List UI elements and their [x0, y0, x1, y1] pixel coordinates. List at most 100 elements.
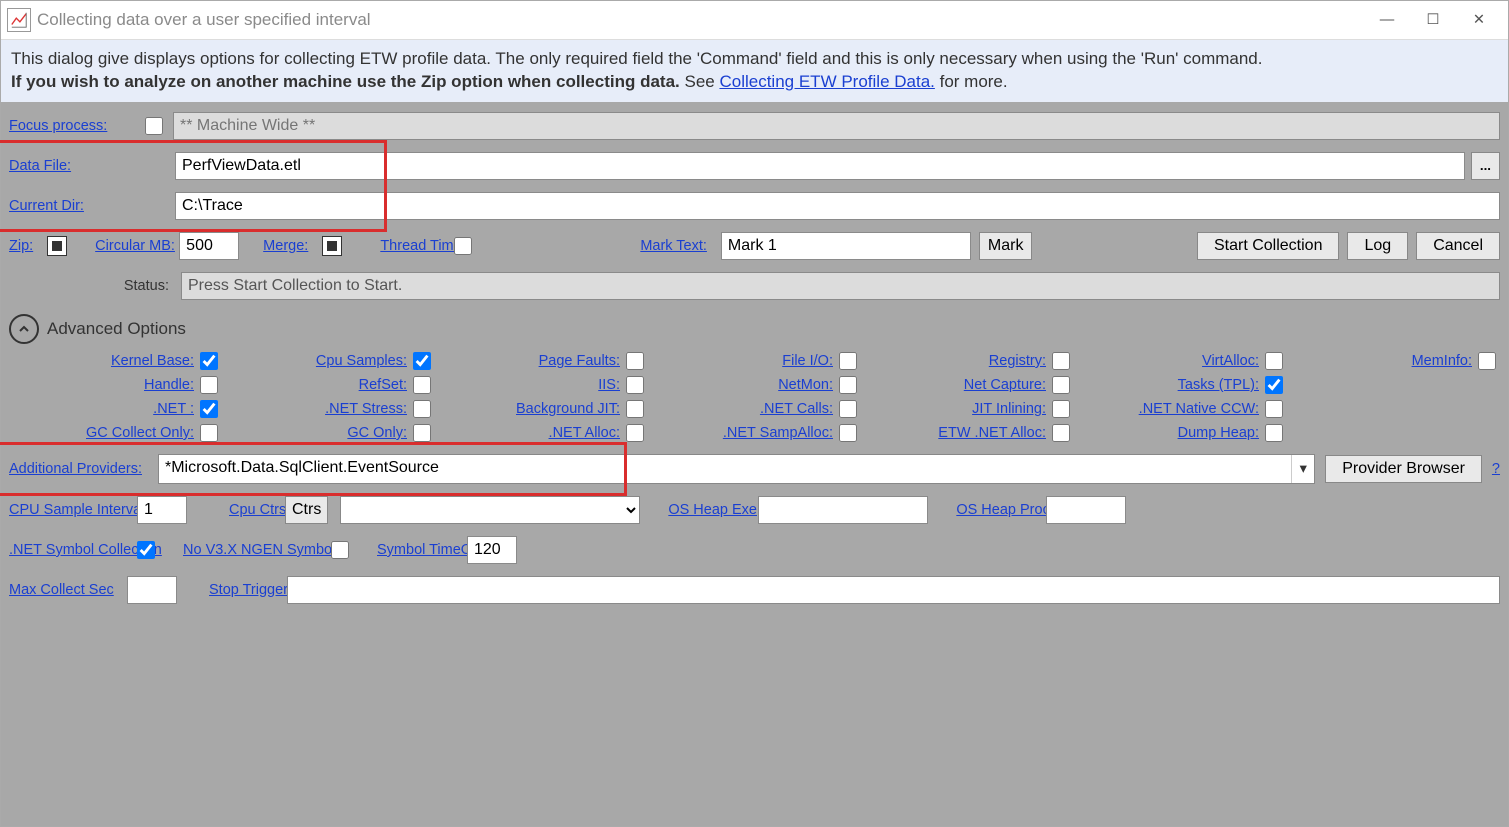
max-collect-sec-label[interactable]: Max Collect Sec — [9, 582, 109, 598]
option-checkbox[interactable] — [1052, 352, 1070, 370]
option-checkbox[interactable] — [413, 400, 431, 418]
cancel-button[interactable]: Cancel — [1416, 232, 1500, 260]
symbol-timeout-label[interactable]: Symbol TimeOut — [377, 542, 449, 558]
os-heap-exe-input[interactable] — [758, 496, 928, 524]
option-label[interactable]: GC Collect Only: — [86, 425, 194, 441]
option-label[interactable]: Handle: — [144, 377, 194, 393]
option-label[interactable]: Net Capture: — [964, 377, 1046, 393]
minimize-button[interactable]: — — [1364, 5, 1410, 35]
option-checkbox[interactable] — [1265, 400, 1283, 418]
option-checkbox[interactable] — [839, 352, 857, 370]
option-checkbox[interactable] — [839, 376, 857, 394]
no-v3x-ngen-checkbox[interactable] — [331, 541, 349, 559]
data-file-label[interactable]: Data File: — [9, 158, 169, 174]
option-label[interactable]: Tasks (TPL): — [1178, 377, 1259, 393]
option-checkbox[interactable] — [1052, 424, 1070, 442]
data-file-input[interactable] — [175, 152, 1465, 180]
os-heap-process-label[interactable]: OS Heap Process — [956, 502, 1028, 518]
option-label[interactable]: .NET Stress: — [325, 401, 407, 417]
merge-checkbox[interactable] — [322, 236, 342, 256]
option-label[interactable]: .NET : — [153, 401, 194, 417]
option-label[interactable]: Kernel Base: — [111, 353, 194, 369]
option-label[interactable]: RefSet: — [359, 377, 407, 393]
option-label[interactable]: Background JIT: — [516, 401, 620, 417]
option-checkbox[interactable] — [626, 424, 644, 442]
os-heap-exe-label[interactable]: OS Heap Exe — [668, 502, 740, 518]
log-button[interactable]: Log — [1347, 232, 1408, 260]
option-checkbox[interactable] — [200, 424, 218, 442]
option-checkbox[interactable] — [626, 376, 644, 394]
symbol-timeout-input[interactable] — [467, 536, 517, 564]
browse-button[interactable]: ... — [1471, 152, 1500, 180]
option-checkbox[interactable] — [1265, 424, 1283, 442]
cpu-ctrs-label[interactable]: Cpu Ctrs — [229, 502, 267, 518]
current-dir-input[interactable] — [175, 192, 1500, 220]
cpu-ctrs-button[interactable]: Ctrs — [285, 496, 328, 524]
merge-label[interactable]: Merge: — [263, 238, 308, 254]
net-symbol-collection-checkbox[interactable] — [137, 541, 155, 559]
option-checkbox[interactable] — [626, 352, 644, 370]
option-checkbox[interactable] — [839, 424, 857, 442]
net-symbol-collection-label[interactable]: .NET Symbol Collection — [9, 542, 119, 558]
providers-dropdown-icon[interactable]: ▾ — [1291, 455, 1314, 483]
option-checkbox[interactable] — [1478, 352, 1496, 370]
mark-button[interactable]: Mark — [979, 232, 1033, 260]
option-checkbox[interactable] — [200, 352, 218, 370]
zip-checkbox[interactable] — [47, 236, 67, 256]
circular-mb-input[interactable] — [179, 232, 239, 260]
cpu-sample-interval-input[interactable] — [137, 496, 187, 524]
mark-text-input[interactable] — [721, 232, 971, 260]
option-label[interactable]: Page Faults: — [539, 353, 620, 369]
cpu-ctrs-select[interactable] — [340, 496, 640, 524]
option-label[interactable]: JIT Inlining: — [972, 401, 1046, 417]
option-label[interactable]: Cpu Samples: — [316, 353, 407, 369]
option-label[interactable]: MemInfo: — [1412, 353, 1472, 369]
thread-time-label[interactable]: Thread Time: — [380, 238, 440, 254]
option-checkbox[interactable] — [200, 400, 218, 418]
thread-time-checkbox[interactable] — [454, 237, 472, 255]
option-checkbox[interactable] — [626, 400, 644, 418]
current-dir-label[interactable]: Current Dir: — [9, 198, 169, 214]
option-checkbox[interactable] — [1052, 400, 1070, 418]
option-checkbox[interactable] — [413, 424, 431, 442]
option-checkbox[interactable] — [200, 376, 218, 394]
stop-trigger-label[interactable]: Stop Trigger — [209, 582, 269, 598]
option-label[interactable]: .NET SampAlloc: — [723, 425, 833, 441]
additional-providers-input[interactable] — [159, 455, 1291, 481]
provider-browser-button[interactable]: Provider Browser — [1325, 455, 1482, 483]
max-collect-sec-input[interactable] — [127, 576, 177, 604]
no-v3x-ngen-label[interactable]: No V3.X NGEN Symbols — [183, 542, 313, 558]
additional-providers-label[interactable]: Additional Providers: — [9, 461, 142, 477]
option-label[interactable]: .NET Native CCW: — [1139, 401, 1259, 417]
expand-toggle[interactable] — [9, 314, 39, 344]
option-label[interactable]: Registry: — [989, 353, 1046, 369]
option-label[interactable]: IIS: — [598, 377, 620, 393]
option-label[interactable]: VirtAlloc: — [1202, 353, 1259, 369]
option-checkbox[interactable] — [1265, 352, 1283, 370]
start-collection-button[interactable]: Start Collection — [1197, 232, 1340, 260]
option-checkbox[interactable] — [1265, 376, 1283, 394]
zip-label[interactable]: Zip: — [9, 238, 33, 254]
cpu-sample-interval-label[interactable]: CPU Sample Interval Msec — [9, 502, 119, 518]
option-label[interactable]: GC Only: — [347, 425, 407, 441]
option-label[interactable]: .NET Calls: — [760, 401, 833, 417]
close-button[interactable]: ✕ — [1456, 5, 1502, 35]
option-label[interactable]: File I/O: — [782, 353, 833, 369]
focus-process-input[interactable] — [173, 112, 1500, 140]
stop-trigger-input[interactable] — [287, 576, 1500, 604]
option-label[interactable]: .NET Alloc: — [549, 425, 620, 441]
option-label[interactable]: Dump Heap: — [1178, 425, 1259, 441]
circular-mb-label[interactable]: Circular MB: — [95, 238, 165, 254]
option-checkbox[interactable] — [413, 376, 431, 394]
option-label[interactable]: NetMon: — [778, 377, 833, 393]
option-checkbox[interactable] — [413, 352, 431, 370]
maximize-button[interactable]: ☐ — [1410, 5, 1456, 35]
option-checkbox[interactable] — [839, 400, 857, 418]
focus-process-label[interactable]: Focus process: — [9, 118, 139, 134]
option-checkbox[interactable] — [1052, 376, 1070, 394]
collecting-etw-link[interactable]: Collecting ETW Profile Data. — [719, 72, 934, 91]
option-label[interactable]: ETW .NET Alloc: — [938, 425, 1046, 441]
mark-text-label[interactable]: Mark Text: — [640, 238, 707, 254]
providers-help-link[interactable]: ? — [1492, 461, 1500, 477]
focus-process-checkbox[interactable] — [145, 117, 163, 135]
